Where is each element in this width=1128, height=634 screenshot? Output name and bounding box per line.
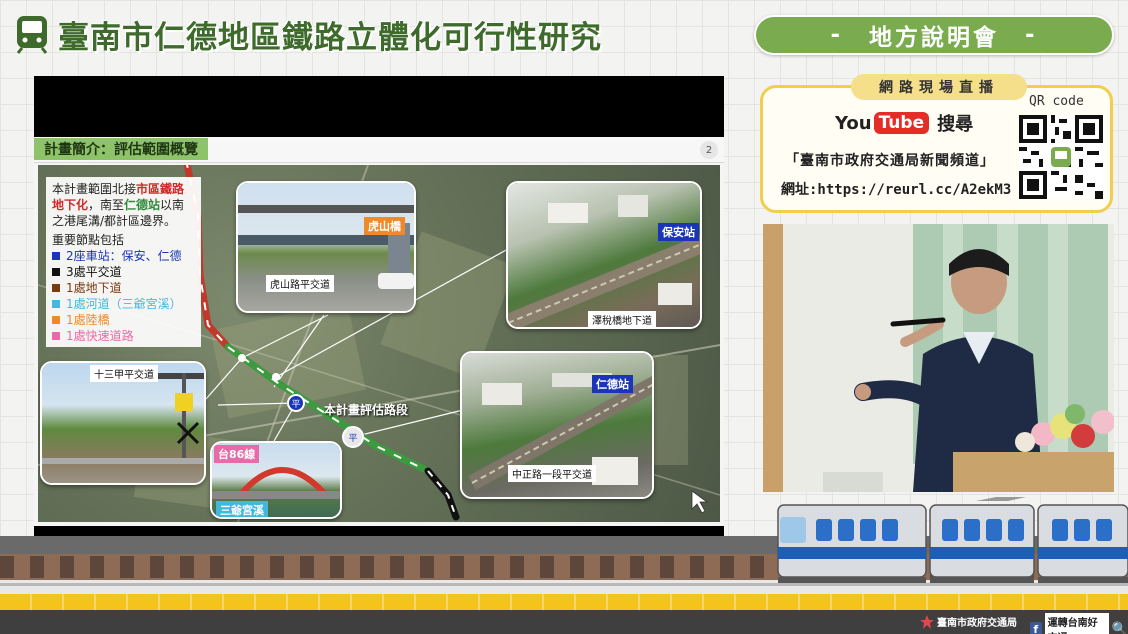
photo-hushan: 虎山橋 虎山路平交道	[236, 181, 416, 313]
tainan-logo-icon	[920, 614, 934, 629]
node-legend: 2座車站：保安、仁德 3處平交道 1處地下道 1處河道（三爺宮溪） 1處陸橋 1…	[52, 248, 195, 344]
label-hushan-crossing: 虎山路平交道	[266, 275, 334, 292]
live-stream-panel: 網路現場直播 You Tube 搜尋 「臺南市政府交通局新聞頻道」 網址:htt…	[760, 74, 1113, 213]
page-header: 臺南市仁德地區鐵路立體化可行性研究	[14, 10, 602, 58]
scope-description: 本計畫範圍北接市區鐵路地下化，南至仁德站以南之港尾溝/都計區邊界。	[52, 181, 195, 229]
qr-code-icon[interactable]	[1019, 115, 1103, 199]
legend-swatch	[52, 316, 60, 324]
scope-text-c: ，南至	[88, 198, 125, 212]
label-route86: 台86線	[214, 445, 260, 463]
event-banner: - 地方說明會 -	[754, 15, 1114, 55]
scope-text-rende: 仁德站	[124, 198, 161, 212]
label-sanyegong: 三爺宮溪	[216, 501, 268, 517]
label-hushan-bridge: 虎山橋	[364, 217, 405, 235]
youtube-logo-you: You	[835, 112, 872, 134]
legend-item: 1處快速道路	[52, 328, 195, 344]
scope-info-box: 本計畫範圍北接市區鐵路地下化，南至仁德站以南之港尾溝/都計區邊界。 重要節點包括…	[46, 177, 201, 347]
search-label: 搜尋	[937, 114, 974, 135]
label-baoan-station: 保安站	[658, 223, 699, 241]
train-illustration	[777, 497, 1128, 583]
legend-swatch	[52, 268, 60, 276]
facebook-page-name: 運轉台南好交通	[1044, 613, 1109, 634]
legend-item: 3處平交道	[52, 264, 195, 280]
label-zeqiao-underpass: 澤稅橋地下道	[588, 311, 656, 327]
label-rende-station: 仁德站	[592, 375, 633, 393]
legend-label: 3處平交道	[66, 265, 122, 279]
legend-label: 1處地下道	[66, 281, 122, 295]
legend-item: 2座車站：保安、仁德	[52, 248, 195, 264]
segment-label: 本計畫評估路段	[324, 403, 409, 417]
stream-url[interactable]: 網址:https://reurl.cc/A2ekM3	[781, 179, 1011, 199]
label-zhongzheng-crossing: 中正路一段平交道	[508, 465, 596, 482]
live-stream-tag: 網路現場直播	[851, 74, 1027, 100]
legend-swatch	[52, 284, 60, 292]
presentation-slide: 計畫簡介：評估範圍概覽 2 平 平 本計畫範圍北接市區鐵路地下化，南至仁德站以南…	[34, 137, 724, 526]
scope-text-a: 本計畫範圍北接	[52, 182, 137, 196]
speaker-video	[763, 224, 1114, 492]
legend-swatch	[52, 332, 60, 340]
platform-edge	[0, 594, 1128, 610]
legend-item: 1處河道（三爺宮溪）	[52, 296, 195, 312]
slide-header: 計畫簡介：評估範圍概覽 2	[34, 137, 724, 163]
youtube-logo-tube: Tube	[873, 112, 930, 134]
photo-route86: 台86線 三爺宮溪	[210, 441, 342, 519]
legend-label: 1處快速道路	[66, 329, 134, 343]
footer-bar: 臺南市政府交通局 f 運轉台南好交通 🔍	[0, 610, 1128, 634]
qr-label: QR code	[1029, 94, 1084, 109]
facebook-icon: f	[1030, 622, 1042, 634]
event-label: 地方說明會	[869, 25, 999, 51]
photo-baoan: 保安站 澤稅橋地下道	[506, 181, 702, 329]
nodes-heading: 重要節點包括	[52, 233, 125, 247]
search-icon[interactable]: 🔍	[1112, 622, 1128, 634]
footer-org-name: 臺南市政府交通局	[937, 618, 1017, 629]
photo-shisanjia: 十三甲平交道	[40, 361, 206, 485]
legend-swatch	[52, 252, 60, 260]
banner-dash-left: -	[830, 22, 843, 48]
svg-text:平: 平	[348, 433, 357, 444]
legend-swatch	[52, 300, 60, 308]
channel-name: 「臺南市政府交通局新聞頻道」	[785, 153, 995, 169]
footer-org: 臺南市政府交通局	[920, 614, 1017, 629]
slide-page-number: 2	[700, 141, 718, 159]
facebook-link[interactable]: f 運轉台南好交通 🔍	[1030, 613, 1128, 634]
banner-dash-right: -	[1025, 22, 1038, 48]
train-logo-icon	[16, 16, 48, 54]
label-shisanjia-crossing: 十三甲平交道	[90, 365, 158, 382]
svg-text:平: 平	[291, 399, 300, 410]
slide-title: 計畫簡介：評估範圍概覽	[34, 138, 208, 160]
legend-label: 2座車站：保安、仁德	[66, 249, 182, 263]
photo-rende: 仁德站 中正路一段平交道	[460, 351, 654, 499]
legend-label: 1處陸橋	[66, 313, 110, 327]
legend-item: 1處陸橋	[52, 312, 195, 328]
aerial-map: 平 平 本計畫範圍北接市區鐵路地下化，南至仁德站以南之港尾溝/都計區邊界。 重要…	[38, 165, 720, 522]
legend-item: 1處地下道	[52, 280, 195, 296]
legend-label: 1處河道（三爺宮溪）	[66, 297, 182, 311]
page-title: 臺南市仁德地區鐵路立體化可行性研究	[58, 19, 602, 56]
youtube-search-row: You Tube 搜尋	[835, 110, 973, 136]
